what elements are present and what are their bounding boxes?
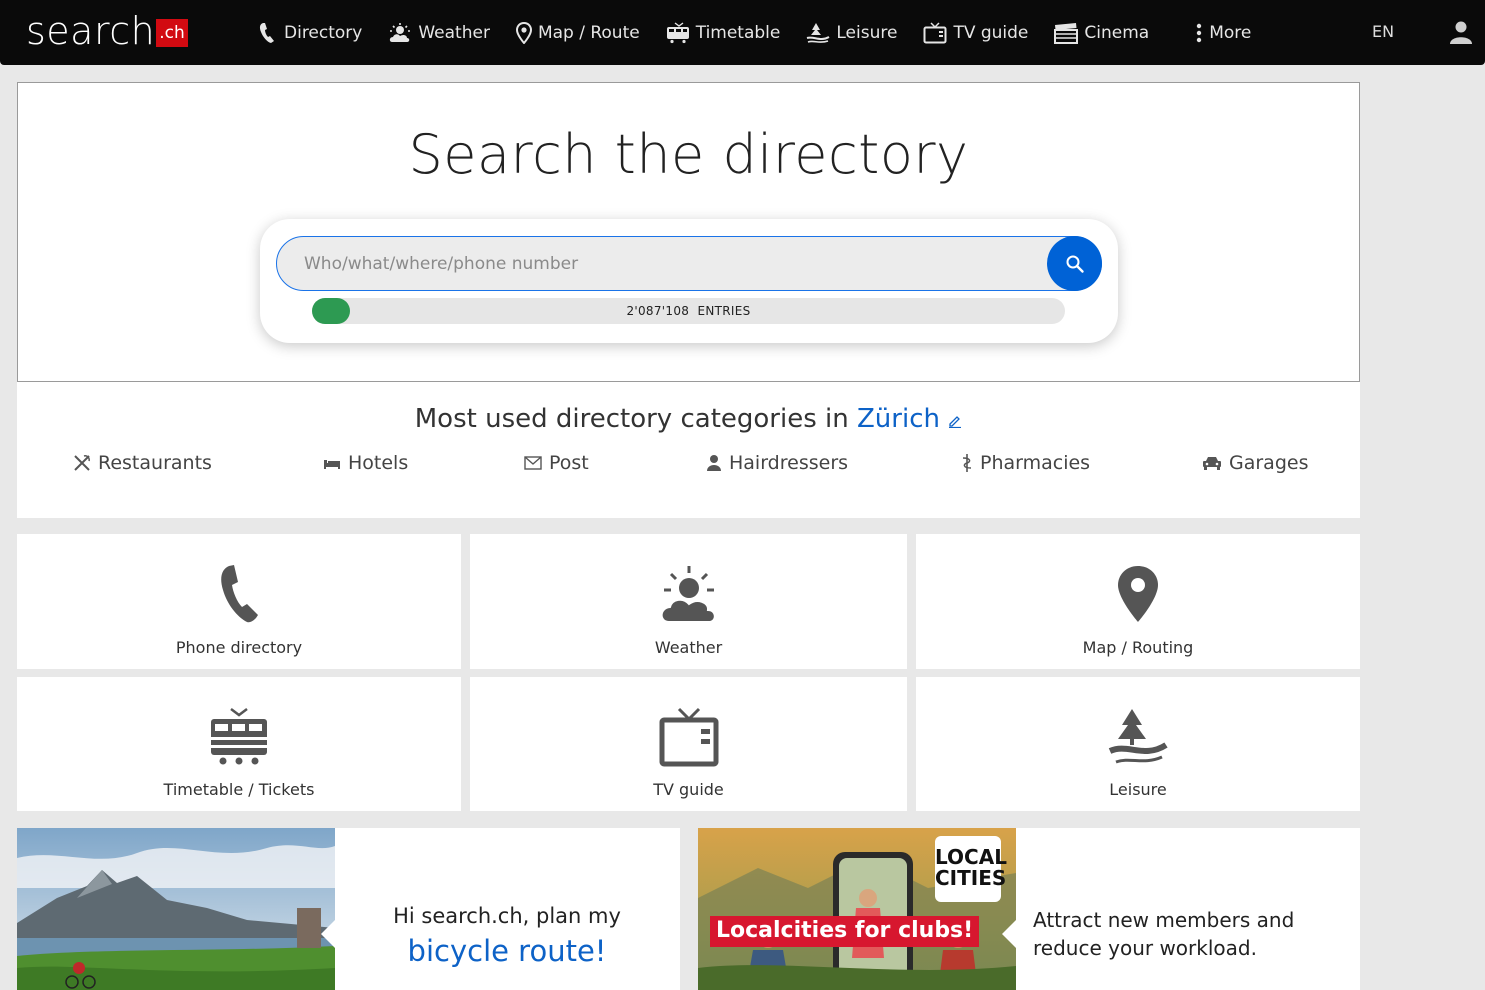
tile-label: Weather xyxy=(654,638,723,657)
categories-title: Most used directory categories in Zürich xyxy=(17,404,1360,434)
clapper-icon xyxy=(1054,22,1079,44)
entries-count-text: 2'087'108 ENTRIES xyxy=(312,304,1065,318)
category-label: Garages xyxy=(1229,452,1309,474)
tile-timetable-tickets[interactable]: Timetable / Tickets xyxy=(17,677,461,811)
promo-link-text[interactable]: bicycle route! xyxy=(335,934,679,968)
promo-localcities[interactable]: Localcities for clubs! LOCAL CITIES Attr… xyxy=(698,828,1360,990)
weather-icon xyxy=(660,566,716,623)
category-restaurants[interactable]: Restaurants xyxy=(73,452,212,474)
tile-weather[interactable]: Weather xyxy=(470,534,907,669)
tile-map-routing[interactable]: Map / Routing xyxy=(916,534,1360,669)
localcities-logo: LOCAL CITIES xyxy=(935,836,1007,902)
tile-label: TV guide xyxy=(653,780,724,799)
nav-map-route[interactable]: Map / Route xyxy=(515,0,640,65)
promo-bicycle-route[interactable]: Hi search.ch, plan my bicycle route! xyxy=(17,828,680,990)
search-button[interactable] xyxy=(1047,236,1102,291)
nav-label: Leisure xyxy=(836,22,898,43)
tile-label: Leisure xyxy=(1109,780,1167,799)
map-pin-icon xyxy=(1118,566,1158,622)
nav-label: Directory xyxy=(284,22,363,43)
nav-label: Cinema xyxy=(1084,22,1150,43)
nav-directory[interactable]: Directory xyxy=(258,0,362,65)
tv-icon xyxy=(659,707,718,767)
entries-count: 2'087'108 xyxy=(626,304,690,318)
weather-icon xyxy=(390,22,411,42)
promo-sports-image: Localcities for clubs! LOCAL CITIES xyxy=(698,828,1016,990)
tile-phone-directory[interactable]: Phone directory xyxy=(17,534,461,669)
language-switcher[interactable]: EN xyxy=(1372,22,1394,41)
logo-suffix: .ch xyxy=(156,19,188,47)
category-label: Restaurants xyxy=(98,452,212,474)
category-label: Pharmacies xyxy=(980,452,1091,474)
leisure-icon xyxy=(1108,709,1168,764)
categories-title-prefix: Most used directory categories in xyxy=(414,404,849,434)
nav-more[interactable]: More xyxy=(1195,0,1251,65)
promo-text: Attract new members and reduce your work… xyxy=(1033,908,1295,960)
nav-tv-guide[interactable]: TV guide xyxy=(923,0,1028,65)
tile-label: Phone directory xyxy=(175,638,303,657)
entries-label: ENTRIES xyxy=(697,304,751,318)
promo-banner: Localcities for clubs! xyxy=(710,916,980,947)
car-icon xyxy=(1203,457,1221,470)
category-hotels[interactable]: Hotels xyxy=(323,452,408,474)
map-pin-icon xyxy=(515,21,532,44)
user-icon[interactable] xyxy=(1449,20,1473,48)
search-hero: Search the directory 2'087'108 ENTRIES xyxy=(17,82,1360,382)
promo-text: Hi search.ch, plan my xyxy=(393,904,621,928)
tile-label: Map / Routing xyxy=(1082,638,1194,657)
nav-label: More xyxy=(1209,22,1252,43)
logo-line: CITIES xyxy=(935,866,1007,890)
nav-label: Timetable xyxy=(695,22,781,43)
edit-pencil-icon[interactable] xyxy=(948,414,962,429)
bed-icon xyxy=(324,460,340,469)
nav-label: Weather xyxy=(418,22,490,43)
nav-leisure[interactable]: Leisure xyxy=(806,0,897,65)
search-input[interactable] xyxy=(276,236,1102,291)
promo-notch xyxy=(1002,916,1020,952)
category-post[interactable]: Post xyxy=(524,452,589,474)
promo-landscape-image xyxy=(17,828,335,990)
page-title: Search the directory xyxy=(408,123,969,186)
caduceus-icon xyxy=(962,454,972,472)
site-logo[interactable]: search .ch xyxy=(26,12,188,50)
train-icon xyxy=(211,708,267,765)
phone-icon xyxy=(259,22,274,43)
nav-timetable[interactable]: Timetable xyxy=(666,0,781,65)
categories-panel: Most used directory categories in Zürich… xyxy=(17,382,1360,518)
category-label: Hairdressers xyxy=(729,452,849,474)
tile-tv-guide[interactable]: TV guide xyxy=(470,677,907,811)
train-icon xyxy=(666,21,689,43)
city-link[interactable]: Zürich xyxy=(857,404,940,434)
leisure-icon xyxy=(807,22,830,43)
nav-cinema[interactable]: Cinema xyxy=(1054,0,1149,65)
category-pharmacies[interactable]: Pharmacies xyxy=(961,452,1090,474)
category-label: Hotels xyxy=(348,452,409,474)
top-navigation-bar: search .ch Directory Weather Map / Route… xyxy=(0,0,1485,65)
nav-weather[interactable]: Weather xyxy=(388,0,490,65)
cutlery-icon xyxy=(74,455,90,471)
person-icon xyxy=(707,455,721,471)
category-hairdressers[interactable]: Hairdressers xyxy=(706,452,848,474)
logo-text: search xyxy=(26,9,156,53)
entries-progress-bar: 2'087'108 ENTRIES xyxy=(312,298,1065,324)
category-list: Restaurants Hotels Post Hairdressers Pha… xyxy=(17,452,1360,482)
envelope-icon xyxy=(524,456,542,470)
search-icon xyxy=(1066,255,1084,273)
phone-icon xyxy=(221,565,258,623)
tv-icon xyxy=(923,21,947,43)
tile-label: Timetable / Tickets xyxy=(163,780,315,799)
main-nav: Directory Weather Map / Route Timetable … xyxy=(258,0,1277,65)
search-card: 2'087'108 ENTRIES xyxy=(260,219,1118,343)
category-label: Post xyxy=(549,452,589,474)
tile-leisure[interactable]: Leisure xyxy=(916,677,1360,811)
nav-label: Map / Route xyxy=(537,22,640,43)
more-dots-icon xyxy=(1197,23,1202,42)
nav-label: TV guide xyxy=(953,22,1029,43)
category-garages[interactable]: Garages xyxy=(1202,452,1308,474)
logo-line: LOCAL xyxy=(935,845,1007,869)
